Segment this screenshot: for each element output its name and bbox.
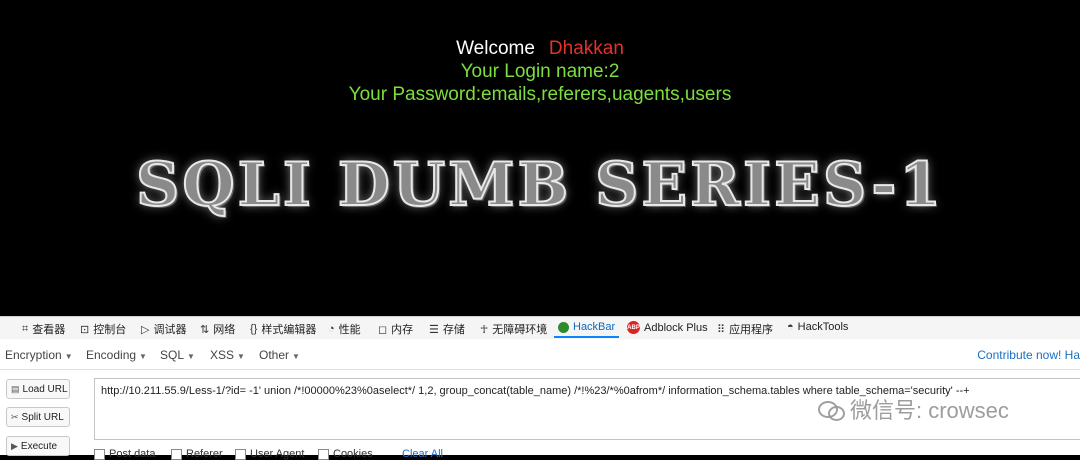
menu-encryption[interactable]: Encryption ▼ bbox=[5, 348, 73, 362]
caret-down-icon: ▼ bbox=[237, 352, 245, 361]
tab-label: 内存 bbox=[391, 324, 414, 336]
wechat-icon bbox=[818, 399, 845, 421]
watermark: 微信号: crowsec bbox=[818, 393, 1009, 425]
password-text: Your Password:emails,referers,uagents,us… bbox=[348, 84, 732, 105]
play-icon: ▶ bbox=[11, 440, 18, 451]
tab-console[interactable]: ⊡ 控制台 bbox=[80, 321, 126, 337]
button-label: Load URL bbox=[22, 383, 68, 395]
referer-checkbox[interactable]: Referer bbox=[171, 448, 223, 460]
tab-debugger[interactable]: ▷ 调试器 bbox=[141, 321, 186, 337]
tab-label: 性能 bbox=[338, 324, 361, 336]
checkbox[interactable] bbox=[171, 448, 182, 460]
menu-other[interactable]: Other ▼ bbox=[259, 348, 300, 362]
execute-button[interactable]: ▶ Execute bbox=[6, 436, 70, 456]
menu-label: Encoding bbox=[86, 348, 137, 362]
tab-hacktools[interactable]: ◓ HackTools bbox=[787, 321, 848, 333]
tab-label: 控制台 bbox=[93, 324, 127, 336]
option-label: Referer bbox=[186, 448, 223, 460]
login-name-text: Your Login name:2 bbox=[460, 61, 620, 82]
option-label: User Agent bbox=[250, 448, 305, 460]
load-icon: ▤ bbox=[11, 383, 20, 394]
tab-accessibility[interactable]: ☥ 无障碍环境 bbox=[480, 321, 547, 337]
tab-storage[interactable]: ☰ 存储 bbox=[429, 321, 465, 337]
application-icon: ⠿ bbox=[717, 323, 726, 336]
split-icon: ✂ bbox=[11, 411, 19, 422]
tab-inspector[interactable]: ⌗ 查看器 bbox=[22, 321, 65, 337]
button-label: Split URL bbox=[21, 411, 64, 423]
welcome-line: Welcome Dhakkan bbox=[0, 38, 1080, 60]
tab-label: 样式编辑器 bbox=[261, 324, 317, 336]
menu-label: SQL bbox=[160, 348, 185, 362]
storage-icon: ☰ bbox=[429, 323, 439, 336]
caret-down-icon: ▼ bbox=[187, 352, 195, 361]
checkbox[interactable] bbox=[94, 448, 105, 460]
style-editor-icon: {} bbox=[250, 323, 258, 335]
tab-style-editor[interactable]: {} 样式编辑器 bbox=[250, 321, 316, 337]
performance-icon: ◔ bbox=[328, 323, 335, 335]
devtools-toolbar: ⌗ 查看器 ⊡ 控制台 ▷ 调试器 ⇅ 网络 {} 样式编辑器 ◔ 性能 ◻ 内存 ☰ 存储 ☥… bbox=[0, 316, 1080, 340]
page-content: Welcome Dhakkan Your Login name:2 Your Pa… bbox=[0, 0, 1080, 316]
tab-network[interactable]: ⇅ 网络 bbox=[200, 321, 235, 337]
adblock-icon: ABP bbox=[627, 321, 640, 334]
tab-label: 调试器 bbox=[153, 324, 187, 336]
tab-adblock[interactable]: ABP Adblock Plus bbox=[627, 321, 708, 334]
series-banner: SQLI DUMB SERIES-1 bbox=[135, 149, 944, 221]
menu-xss[interactable]: XSS ▼ bbox=[210, 348, 245, 362]
tab-memory[interactable]: ◻ 内存 bbox=[378, 321, 413, 337]
memory-icon: ◻ bbox=[378, 323, 388, 336]
checkbox[interactable] bbox=[235, 448, 246, 460]
load-url-button[interactable]: ▤ Load URL bbox=[6, 379, 70, 399]
menu-sql[interactable]: SQL ▼ bbox=[160, 348, 195, 362]
tab-label: 存储 bbox=[442, 324, 465, 336]
cookies-checkbox[interactable]: Cookies bbox=[318, 448, 373, 460]
user-agent-checkbox[interactable]: User Agent bbox=[235, 448, 304, 460]
tab-label: HackTools bbox=[797, 321, 849, 333]
caret-down-icon: ▼ bbox=[64, 352, 73, 361]
tab-application[interactable]: ⠿ 应用程序 bbox=[717, 321, 773, 337]
tab-label: 网络 bbox=[213, 324, 236, 336]
watermark-text: 微信号: crowsec bbox=[850, 398, 1009, 423]
tab-label: HackBar bbox=[573, 321, 616, 333]
menu-label: Other bbox=[259, 348, 290, 362]
tab-label: 无障碍环境 bbox=[492, 324, 548, 336]
option-label: Cookies bbox=[333, 448, 373, 460]
tab-label: Adblock Plus bbox=[644, 321, 708, 334]
tab-hackbar[interactable]: HackBar bbox=[553, 321, 620, 338]
contribute-link[interactable]: Contribute now! Ha bbox=[977, 348, 1080, 362]
hackbar-icon bbox=[558, 321, 569, 333]
welcome-text: Welcome bbox=[456, 38, 535, 59]
hacktools-icon: ◓ bbox=[787, 321, 794, 333]
menu-label: XSS bbox=[210, 348, 235, 362]
tab-label: 查看器 bbox=[32, 324, 66, 336]
menu-label: Encryption bbox=[5, 348, 62, 362]
inspector-icon: ⌗ bbox=[22, 322, 29, 335]
button-label: Execute bbox=[20, 440, 58, 452]
caret-down-icon: ▼ bbox=[139, 352, 147, 361]
option-label: Post data bbox=[109, 448, 156, 460]
menu-encoding[interactable]: Encoding ▼ bbox=[86, 348, 147, 362]
username-text: Dhakkan bbox=[548, 38, 624, 59]
accessibility-icon: ☥ bbox=[480, 323, 489, 336]
caret-down-icon: ▼ bbox=[292, 352, 300, 361]
devtools-panel: ⌗ 查看器 ⊡ 控制台 ▷ 调试器 ⇅ 网络 {} 样式编辑器 ◔ 性能 ◻ 内存 ☰ 存储 ☥… bbox=[0, 316, 1080, 460]
hackbar-menubar: Encryption ▼ Encoding ▼ SQL ▼ XSS ▼ Other ▼ C… bbox=[0, 339, 1080, 370]
post-data-checkbox[interactable]: Post data bbox=[94, 448, 155, 460]
console-icon: ⊡ bbox=[80, 323, 90, 336]
tab-performance[interactable]: ◔ 性能 bbox=[328, 321, 361, 337]
tab-label: 应用程序 bbox=[729, 324, 774, 336]
debugger-icon: ▷ bbox=[141, 323, 150, 336]
split-url-button[interactable]: ✂ Split URL bbox=[6, 407, 70, 427]
network-icon: ⇅ bbox=[200, 323, 210, 336]
checkbox[interactable] bbox=[318, 448, 329, 460]
clear-all-link[interactable]: Clear All bbox=[402, 448, 443, 460]
